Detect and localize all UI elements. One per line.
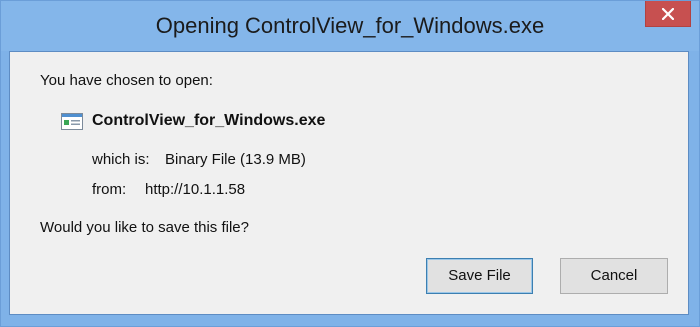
executable-file-icon	[61, 113, 83, 130]
download-dialog: Opening ControlView_for_Windows.exe You …	[0, 0, 700, 327]
file-name: ControlView_for_Windows.exe	[92, 112, 326, 129]
from-label: from:	[92, 181, 127, 198]
close-icon	[662, 7, 674, 20]
dialog-body: You have chosen to open: ControlView_for…	[9, 51, 689, 315]
window-title: Opening ControlView_for_Windows.exe	[155, 13, 545, 38]
close-button[interactable]	[645, 1, 691, 27]
intro-text: You have chosen to open:	[40, 72, 213, 89]
title-bar[interactable]: Opening ControlView_for_Windows.exe	[1, 1, 699, 51]
source-url: http://10.1.1.58	[145, 181, 246, 198]
cancel-button[interactable]: Cancel	[560, 258, 668, 294]
file-type-value: Binary File (13.9 MB)	[165, 151, 306, 168]
which-is-label: which is:	[92, 151, 150, 168]
save-file-button[interactable]: Save File	[426, 258, 533, 294]
save-question: Would you like to save this file?	[40, 219, 249, 236]
